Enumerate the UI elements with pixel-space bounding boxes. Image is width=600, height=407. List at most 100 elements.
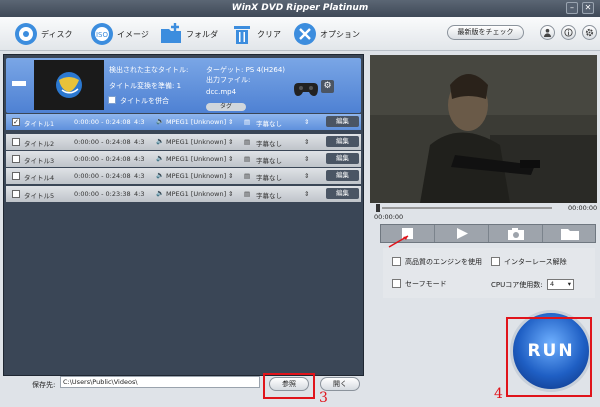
speaker-icon: 🔈	[156, 171, 165, 179]
tag-button[interactable]: タグ	[206, 103, 246, 111]
subtitle-icon: ▤	[244, 190, 251, 198]
safe-mode-checkbox[interactable]	[392, 279, 401, 288]
iso-disc-icon: ISO	[91, 23, 113, 45]
audio-chevron-icon[interactable]: ⇕	[228, 190, 233, 198]
subtitle-chevron-icon[interactable]: ⇕	[304, 172, 309, 180]
title-name: タイトル3	[24, 157, 55, 165]
cpu-cores-label: CPUコア使用数:	[491, 281, 543, 289]
play-button[interactable]	[435, 225, 489, 242]
edit-button[interactable]: 編集	[326, 170, 359, 181]
trash-icon	[234, 26, 250, 44]
folder-add-icon	[161, 23, 181, 43]
title-row[interactable]: タイトル3 0:00:00 - 0:24:08 4:3 MPEG1 [Unknown]…	[6, 151, 361, 167]
time-end: 00:00:00	[568, 204, 598, 212]
chevron-down-icon: ▾	[567, 280, 571, 288]
merge-titles-checkbox[interactable]	[108, 96, 116, 104]
info-icon[interactable]	[561, 25, 576, 40]
title-row[interactable]: ✓ タイトル1 0:00:00 - 0:24:08 4:3 MPEG1 [Unknown…	[6, 114, 361, 130]
title-checkbox[interactable]	[12, 190, 20, 198]
open-button[interactable]: 開く	[320, 377, 360, 391]
audio-chevron-icon[interactable]: ⇕	[228, 138, 233, 146]
app-window: WinX DVD Ripper Platinum – ✕ ディスク ISO イメ…	[0, 0, 600, 407]
disc-button[interactable]: ディスク	[14, 22, 76, 46]
output-settings-gear-icon[interactable]: ⚙	[321, 80, 334, 93]
cpu-cores-select[interactable]: 4 ▾	[547, 279, 574, 290]
subtitle-chevron-icon[interactable]: ⇕	[304, 118, 309, 126]
title-row[interactable]: タイトル2 0:00:00 - 0:24:08 4:3 MPEG1 [Unknown]…	[6, 134, 361, 150]
options-button[interactable]: オプション	[293, 22, 363, 46]
video-preview	[370, 55, 597, 203]
title-checkbox[interactable]: ✓	[12, 118, 20, 126]
annotation-arrow	[388, 235, 409, 248]
edit-button[interactable]: 編集	[326, 136, 359, 147]
speaker-icon: 🔈	[156, 154, 165, 162]
dvd-disc-icon	[15, 23, 37, 45]
folder-open-icon	[561, 229, 579, 240]
output-file-name: dcc.mp4	[206, 88, 237, 96]
title-name: タイトル2	[24, 140, 55, 148]
collapse-icon[interactable]	[12, 81, 26, 86]
title-row[interactable]: タイトル4 0:00:00 - 0:24:08 4:3 MPEG1 [Unknown]…	[6, 168, 361, 184]
hq-engine-checkbox[interactable]	[392, 257, 401, 266]
annotation-box-run	[506, 317, 592, 397]
open-folder-button[interactable]	[543, 225, 597, 242]
minimize-button[interactable]: –	[566, 2, 578, 14]
subtitle-track: 字幕なし	[256, 120, 282, 128]
clear-button[interactable]: クリア	[230, 22, 286, 46]
deinterlace-checkbox[interactable]	[491, 257, 500, 266]
subtitle-track: 字幕なし	[256, 174, 282, 182]
title-checkbox[interactable]	[12, 138, 20, 146]
check-update-button[interactable]: 最新版をチェック	[447, 25, 524, 40]
title-aspect: 4:3	[134, 118, 145, 126]
title-checkbox[interactable]	[12, 155, 20, 163]
scrubber-handle[interactable]	[376, 204, 380, 212]
annotation-number-4: 4	[494, 386, 503, 402]
image-button[interactable]: ISO イメージ	[90, 22, 152, 46]
scrubber-track[interactable]	[382, 207, 552, 209]
title-name: タイトル4	[24, 174, 55, 182]
save-to-label: 保存先:	[32, 381, 56, 389]
title-checkbox[interactable]	[12, 172, 20, 180]
subtitle-icon: ▤	[244, 155, 251, 163]
preview-scrubber: 00:00:00 00:00:00	[370, 203, 598, 221]
close-button[interactable]: ✕	[582, 2, 594, 14]
image-label: イメージ	[117, 30, 149, 39]
title-bar: WinX DVD Ripper Platinum – ✕	[0, 0, 600, 17]
audio-track: MPEG1 [Unknown]	[166, 172, 227, 180]
snapshot-button[interactable]	[489, 225, 543, 242]
gear-icon[interactable]	[582, 25, 597, 40]
preview-frame-image	[370, 55, 597, 203]
account-icon[interactable]	[540, 25, 555, 40]
audio-chevron-icon[interactable]: ⇕	[228, 172, 233, 180]
title-name: タイトル1	[24, 120, 55, 128]
camera-icon	[508, 228, 524, 240]
speaker-icon: 🔈	[156, 189, 165, 197]
subtitle-chevron-icon[interactable]: ⇕	[304, 190, 309, 198]
play-icon	[457, 228, 468, 239]
tools-icon	[294, 23, 316, 45]
folder-label: フォルダ	[186, 30, 218, 39]
title-list-panel: 検出された主なタイトル: ターゲット: PS 4(H264) タイトル変換を準備…	[3, 54, 364, 376]
title-aspect: 4:3	[134, 172, 145, 180]
edit-button[interactable]: 編集	[326, 153, 359, 164]
subtitle-chevron-icon[interactable]: ⇕	[304, 155, 309, 163]
title-row[interactable]: タイトル5 0:00:00 - 0:23:38 4:3 MPEG1 [Unknown]…	[6, 186, 361, 202]
safe-mode-label: セーフモード	[405, 280, 447, 288]
audio-chevron-icon[interactable]: ⇕	[228, 155, 233, 163]
subtitle-track: 字幕なし	[256, 140, 282, 148]
audio-track: MPEG1 [Unknown]	[166, 118, 227, 126]
options-label: オプション	[320, 30, 360, 39]
disc-info-header: 検出された主なタイトル: ターゲット: PS 4(H264) タイトル変換を準備…	[6, 58, 361, 113]
output-file-label: 出力ファイル:	[206, 76, 251, 84]
output-folder-field[interactable]	[60, 376, 260, 388]
subtitle-chevron-icon[interactable]: ⇕	[304, 138, 309, 146]
subtitle-icon: ▤	[244, 172, 251, 180]
folder-button[interactable]: フォルダ	[159, 22, 221, 46]
subtitle-track: 字幕なし	[256, 157, 282, 165]
subtitle-track: 字幕なし	[256, 192, 282, 200]
audio-chevron-icon[interactable]: ⇕	[228, 118, 233, 126]
edit-button[interactable]: 編集	[326, 188, 359, 199]
svg-text:ISO: ISO	[96, 31, 109, 39]
clear-label: クリア	[257, 30, 281, 39]
edit-button[interactable]: 編集	[326, 116, 359, 127]
